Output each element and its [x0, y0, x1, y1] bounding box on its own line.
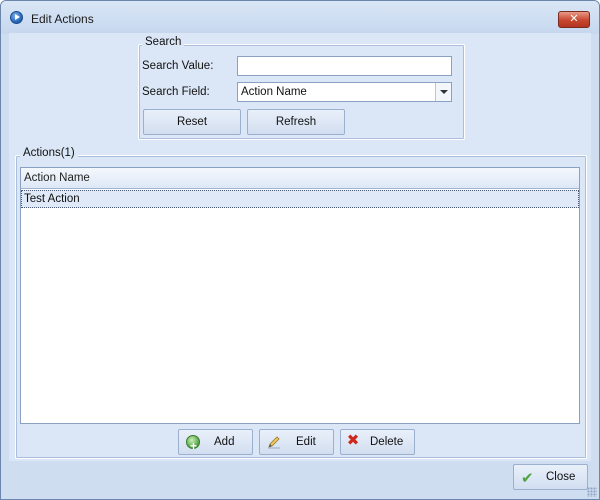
grid-column-header[interactable]: Action Name — [21, 168, 579, 189]
window-title: Edit Actions — [31, 12, 94, 26]
window-close-button[interactable]: ✕ — [558, 11, 590, 28]
reset-button[interactable]: Reset — [143, 109, 241, 135]
edit-button-label: Edit — [296, 436, 316, 448]
close-button-label: Close — [546, 471, 576, 483]
search-group-legend: Search — [142, 36, 185, 48]
add-button-label: Add — [214, 436, 235, 448]
search-field-selected-value: Action Name — [241, 86, 307, 98]
resize-grip[interactable] — [587, 487, 597, 497]
refresh-button[interactable]: Refresh — [247, 109, 345, 135]
search-field-select[interactable]: Action Name — [237, 82, 452, 102]
actions-grid[interactable]: Action Name Test Action — [20, 167, 580, 424]
edit-actions-window: Edit Actions ✕ Search Search Value: Sear… — [0, 0, 600, 500]
chevron-down-icon[interactable] — [435, 83, 451, 101]
actions-group-legend: Actions(1) — [20, 147, 78, 159]
column-action-name: Action Name — [24, 172, 90, 184]
check-icon — [521, 467, 535, 491]
pencil-icon — [268, 436, 280, 449]
add-icon — [186, 434, 200, 458]
delete-icon: ✖ — [346, 432, 360, 449]
delete-button[interactable]: ✖ Delete — [340, 429, 415, 455]
delete-button-label: Delete — [370, 436, 404, 448]
table-row[interactable]: Test Action — [21, 190, 579, 208]
search-field-label: Search Field: — [142, 86, 210, 98]
cell-action-name: Test Action — [24, 193, 80, 205]
close-button[interactable]: Close — [513, 464, 588, 491]
search-value-label: Search Value: — [142, 60, 214, 72]
search-value-input[interactable] — [237, 56, 452, 76]
edit-button[interactable]: Edit — [259, 429, 334, 455]
title-bar[interactable]: Edit Actions ✕ — [1, 1, 599, 34]
add-button[interactable]: Add — [178, 429, 253, 458]
app-icon — [10, 11, 23, 24]
